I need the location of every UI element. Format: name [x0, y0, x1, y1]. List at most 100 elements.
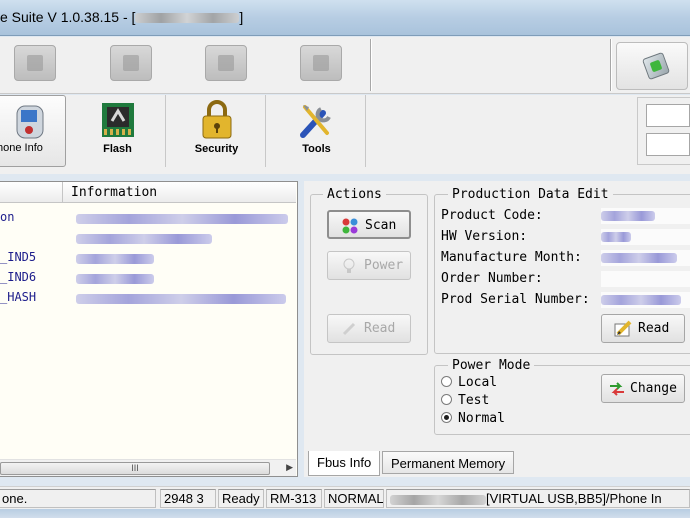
status-counter: 2948 3 [160, 489, 216, 508]
radio-local-label: Local [458, 375, 498, 390]
flash-button[interactable]: Flash [70, 95, 166, 167]
phone-info-label: hone Info [0, 142, 43, 154]
hw-version-field[interactable] [601, 229, 690, 245]
manufacture-month-label: Manufacture Month: [441, 250, 582, 265]
manufacture-month-field[interactable] [601, 250, 690, 266]
toolbar-button-1[interactable] [14, 45, 56, 81]
padlock-icon [202, 100, 231, 139]
list-item-name: _HASH [0, 290, 37, 304]
connection-button[interactable] [616, 42, 688, 90]
list-item[interactable]: _IND5 [0, 250, 296, 266]
list-item[interactable]: on [0, 210, 296, 226]
read-button-disabled[interactable]: Read [327, 314, 411, 343]
read-button[interactable]: Read [601, 314, 685, 343]
redacted-value [601, 253, 677, 263]
security-button[interactable]: Security [168, 95, 266, 167]
status-connection: [VIRTUAL USB,BB5]/Phone In [386, 489, 690, 508]
redacted-value [601, 232, 631, 242]
tools-icon [299, 105, 331, 138]
scrollbar-thumb[interactable]: III [0, 462, 270, 475]
redacted-value [601, 295, 681, 305]
column-header-information[interactable]: Information [71, 185, 157, 200]
phone-info-button[interactable]: hone Info [0, 95, 66, 167]
horizontal-scrollbar[interactable]: III ▶ [0, 459, 296, 476]
tools-label: Tools [302, 143, 331, 155]
power-bulb-icon [343, 258, 355, 273]
security-label: Security [194, 143, 239, 155]
right-panel: Actions Scan Power Read Production Data … [304, 181, 690, 451]
list-item-name: _IND6 [0, 270, 37, 284]
redacted-value [76, 294, 286, 304]
list-item[interactable]: _HASH [0, 290, 296, 306]
phone-info-list[interactable]: Information on _IND5 _IND6 _HASH III ▶ [0, 181, 298, 477]
redacted-value [76, 214, 288, 224]
radio-test-label: Test [458, 393, 490, 408]
toolbar-button-3[interactable] [205, 45, 247, 81]
list-item[interactable] [0, 230, 296, 246]
tab-permanent-memory[interactable]: Permanent Memory [382, 451, 515, 474]
radio-local[interactable]: Local [441, 375, 497, 390]
list-item[interactable]: _IND6 [0, 270, 296, 286]
radio-test[interactable]: Test [441, 393, 489, 408]
window-title-suffix: ] [239, 9, 244, 25]
list-item-name: _IND5 [0, 250, 37, 264]
power-label: Power [364, 258, 404, 273]
power-mode-group: Power Mode Local Test Normal Change [434, 358, 690, 435]
top-toolbar [0, 37, 690, 94]
redacted-value [76, 254, 154, 264]
actions-group: Actions Scan Power Read [310, 187, 428, 355]
window-title-prefix: e Suite V 1.0.38.15 - [ [0, 9, 136, 25]
side-field-1[interactable] [646, 104, 690, 127]
radio-normal-label: Normal [458, 411, 505, 426]
window-bottom-border [0, 509, 690, 518]
phone-icon [16, 105, 44, 139]
list-header: Information [0, 182, 296, 203]
change-label: Change [630, 381, 677, 396]
radio-local-indicator[interactable] [441, 376, 452, 387]
radio-normal-indicator[interactable] [441, 412, 452, 423]
power-mode-title: Power Mode [448, 358, 535, 373]
change-button[interactable]: Change [601, 374, 685, 403]
toolbar-separator [610, 39, 612, 91]
redacted-value [601, 211, 655, 221]
flash-label: Flash [103, 143, 132, 155]
radio-normal[interactable]: Normal [441, 411, 505, 426]
read-icon [342, 322, 356, 336]
scroll-right-arrow-icon[interactable]: ▶ [286, 462, 293, 473]
tab-fbus-info[interactable]: Fbus Info [308, 451, 381, 476]
toolbar-button-4[interactable] [300, 45, 342, 81]
change-arrows-icon [610, 382, 624, 396]
scan-label: Scan [365, 218, 397, 233]
read-label: Read [638, 321, 670, 336]
order-number-field[interactable] [601, 271, 690, 287]
function-toolbar: hone Info Flash Security Tools [0, 95, 690, 174]
redacted-value [76, 234, 212, 244]
tools-button[interactable]: Tools [268, 95, 366, 167]
redacted-title-text [135, 13, 240, 24]
side-field-2[interactable] [646, 133, 690, 156]
toolbar-button-2[interactable] [110, 45, 152, 81]
product-code-label: Product Code: [441, 208, 543, 223]
flash-chip-icon [101, 103, 134, 137]
status-model: RM-313 [266, 489, 322, 508]
read-pencil-icon [614, 320, 632, 337]
column-header-name[interactable] [0, 182, 63, 203]
power-button[interactable]: Power [327, 251, 411, 280]
status-bar: one. 2948 3 Ready RM-313 NORMAL [VIRTUAL… [0, 486, 690, 509]
radio-test-indicator[interactable] [441, 394, 452, 405]
production-data-title: Production Data Edit [448, 187, 613, 202]
production-data-group: Production Data Edit Product Code: HW Ve… [434, 187, 690, 354]
status-connection-text: [VIRTUAL USB,BB5]/Phone In [486, 491, 662, 506]
hw-version-label: HW Version: [441, 229, 528, 244]
toolbar-separator [370, 39, 372, 91]
status-mode: NORMAL [324, 489, 384, 508]
status-state: Ready [218, 489, 264, 508]
prod-serial-number-field[interactable] [601, 292, 690, 308]
list-item-name: on [0, 210, 15, 224]
actions-group-title: Actions [323, 187, 386, 202]
product-code-field[interactable] [601, 208, 690, 224]
connection-icon [641, 51, 671, 81]
scan-button[interactable]: Scan [327, 210, 411, 239]
window-title: e Suite V 1.0.38.15 - [] [0, 9, 243, 25]
redacted-connection-text [390, 494, 486, 505]
